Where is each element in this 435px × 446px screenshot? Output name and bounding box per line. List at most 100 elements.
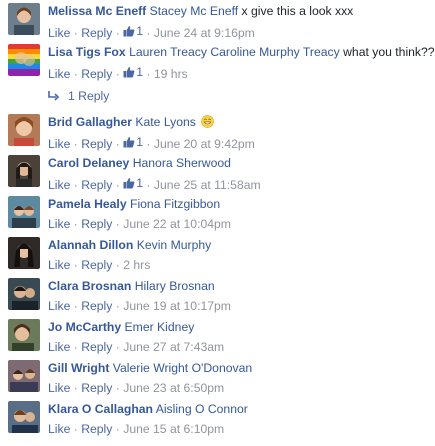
- timestamp[interactable]: June 20 at 9:42pm: [154, 137, 255, 151]
- comment-actions: Like · Reply · June 19 at 10:17pm: [48, 299, 231, 313]
- comment-actions: Like · Reply · June 15 at 6:10pm: [48, 422, 224, 436]
- timestamp[interactable]: June 22 at 10:04pm: [123, 217, 231, 231]
- avatar[interactable]: [8, 3, 40, 35]
- view-replies-link[interactable]: 1 Reply: [48, 89, 109, 103]
- thumbs-up-icon: [123, 137, 135, 148]
- comment-author[interactable]: Brid Gallagher: [48, 115, 132, 129]
- avatar[interactable]: [8, 360, 40, 392]
- comment-actions: Like · Reply · June 22 at 10:04pm: [48, 217, 231, 231]
- separator: ·: [73, 26, 78, 40]
- separator: ·: [115, 422, 120, 436]
- reply-link[interactable]: Reply: [81, 258, 112, 272]
- comment-author[interactable]: Clara Brosnan: [48, 279, 131, 293]
- comment-actions: Like · Reply · 1 · June 20 at 9:42pm: [48, 135, 255, 151]
- comment-text: x give this a look xxx: [238, 4, 354, 18]
- timestamp[interactable]: June 19 at 10:17pm: [123, 299, 231, 313]
- timestamp[interactable]: June 27 at 7:43am: [123, 340, 224, 354]
- like-link[interactable]: Like: [48, 299, 70, 313]
- mention-link[interactable]: Kevin Murphy: [137, 238, 212, 252]
- like-link[interactable]: Like: [48, 381, 70, 395]
- avatar[interactable]: [8, 319, 40, 351]
- avatar[interactable]: [8, 114, 40, 146]
- comment-text-line: Alannah Dillon Kevin Murphy: [48, 238, 211, 252]
- mention-link[interactable]: Emer Kidney: [125, 320, 195, 334]
- comment-author[interactable]: Klara O Callaghan: [48, 402, 153, 416]
- like-count-value: 1: [136, 65, 143, 79]
- separator: ·: [115, 26, 120, 40]
- thumbs-up-icon: [123, 67, 135, 78]
- like-link[interactable]: Like: [48, 178, 70, 192]
- reply-link[interactable]: Reply: [81, 26, 112, 40]
- separator: ·: [146, 137, 151, 151]
- separator: ·: [115, 381, 120, 395]
- comment-text-line: Carol Delaney Hanora Sherwood: [48, 156, 231, 170]
- mention-link[interactable]: Valerie Wright O'Donovan: [113, 361, 252, 375]
- comment-text-line: Gill Wright Valerie Wright O'Donovan: [48, 361, 252, 375]
- like-link[interactable]: Like: [48, 26, 70, 40]
- grinning-face-icon: [201, 115, 215, 128]
- reply-link[interactable]: Reply: [81, 217, 112, 231]
- timestamp[interactable]: June 23 at 6:50pm: [123, 381, 224, 395]
- avatar[interactable]: [8, 196, 40, 228]
- reply-link[interactable]: Reply: [81, 340, 112, 354]
- thumbs-up-icon: [123, 26, 135, 37]
- timestamp[interactable]: June 24 at 9:16pm: [154, 26, 255, 40]
- mention-link[interactable]: Kate Lyons: [135, 115, 196, 129]
- like-count[interactable]: 1: [123, 135, 143, 149]
- reply-link[interactable]: Reply: [81, 137, 112, 151]
- comment-author[interactable]: Lisa Tigs Fox: [48, 45, 126, 59]
- mention-link[interactable]: Hanora Sherwood: [133, 156, 231, 170]
- reply-link[interactable]: Reply: [81, 67, 112, 81]
- comment-author[interactable]: Alannah Dillon: [48, 238, 133, 252]
- mention-link[interactable]: Hilary Brosnan: [135, 279, 215, 293]
- comment-author[interactable]: Melissa Mc Eneff: [48, 4, 146, 18]
- separator: ·: [73, 67, 78, 81]
- like-count[interactable]: 1: [123, 176, 143, 190]
- avatar[interactable]: [8, 44, 40, 76]
- comment-author[interactable]: Gill Wright: [48, 361, 109, 375]
- replies-count: 1 Reply: [68, 89, 110, 103]
- reply-link[interactable]: Reply: [81, 422, 112, 436]
- avatar[interactable]: [8, 155, 40, 187]
- comment-author[interactable]: Carol Delaney: [48, 156, 129, 170]
- comment-author[interactable]: Jo McCarthy: [48, 320, 121, 334]
- mention-link[interactable]: Lauren Treacy Caroline Murphy Treacy: [129, 45, 340, 59]
- mention-link[interactable]: Stacey Mc Eneff: [150, 4, 239, 18]
- comment-actions: Like · Reply · 1 · June 24 at 9:16pm: [48, 24, 255, 40]
- comment-actions: Like · Reply · 2 hrs: [48, 258, 150, 272]
- like-link[interactable]: Like: [48, 258, 70, 272]
- comment-text-line: Clara Brosnan Hilary Brosnan: [48, 279, 215, 293]
- comment-text-line: Melissa Mc Eneff Stacey Mc Eneff x give …: [48, 4, 353, 18]
- like-count[interactable]: 1: [123, 65, 143, 79]
- avatar[interactable]: [8, 237, 40, 269]
- like-link[interactable]: Like: [48, 340, 70, 354]
- like-link[interactable]: Like: [48, 217, 70, 231]
- comment-author[interactable]: Pamela Healy: [48, 197, 127, 211]
- separator: ·: [115, 299, 120, 313]
- comment-actions: Like · Reply · 1 · 19 hrs: [48, 65, 188, 81]
- timestamp[interactable]: June 15 at 6:10pm: [123, 422, 224, 436]
- comment-text: what you think??: [339, 45, 435, 59]
- mention-link[interactable]: Aisling O Connor: [156, 402, 248, 416]
- like-count[interactable]: 1: [123, 24, 143, 38]
- reply-link[interactable]: Reply: [81, 178, 112, 192]
- like-link[interactable]: Like: [48, 137, 70, 151]
- like-link[interactable]: Like: [48, 422, 70, 436]
- separator: ·: [115, 137, 120, 151]
- like-count-value: 1: [136, 24, 143, 38]
- separator: ·: [73, 381, 78, 395]
- reply-link[interactable]: Reply: [81, 299, 112, 313]
- avatar[interactable]: [8, 401, 40, 433]
- timestamp[interactable]: 19 hrs: [154, 67, 188, 81]
- separator: ·: [73, 178, 78, 192]
- separator: ·: [146, 26, 151, 40]
- reply-link[interactable]: Reply: [81, 381, 112, 395]
- avatar[interactable]: [8, 278, 40, 310]
- comment-list: Melissa Mc Eneff Stacey Mc Eneff x give …: [0, 0, 435, 446]
- timestamp[interactable]: June 25 at 11:58am: [154, 178, 261, 192]
- separator: ·: [146, 178, 151, 192]
- timestamp[interactable]: 2 hrs: [123, 258, 150, 272]
- like-count-value: 1: [136, 135, 143, 149]
- mention-link[interactable]: Fiona Fitzgibbon: [130, 197, 220, 211]
- like-link[interactable]: Like: [48, 67, 70, 81]
